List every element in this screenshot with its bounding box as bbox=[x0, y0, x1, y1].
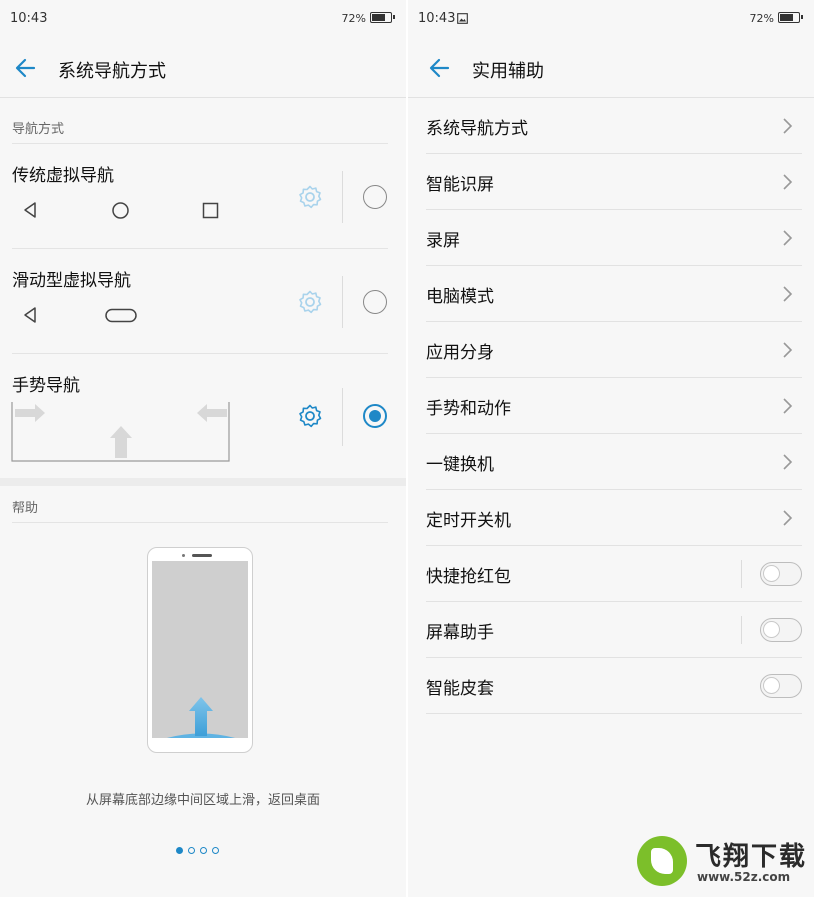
settings-gear-icon[interactable] bbox=[297, 289, 323, 315]
chevron-right-icon bbox=[783, 342, 793, 358]
menu-item-label: 智能皮套 bbox=[426, 679, 494, 699]
divider bbox=[12, 353, 388, 354]
recents-square-icon bbox=[202, 202, 219, 219]
screen-assistant-toggle[interactable] bbox=[760, 618, 802, 642]
chevron-right-icon bbox=[783, 230, 793, 246]
app-bar: 系统导航方式 bbox=[0, 38, 406, 98]
menu-item-label: 智能识屏 bbox=[426, 175, 494, 195]
menu-item-label: 系统导航方式 bbox=[426, 119, 528, 139]
menu-item-screen-record[interactable]: 录屏 bbox=[426, 210, 802, 266]
section-label-nav: 导航方式 bbox=[12, 122, 65, 137]
settings-gear-icon[interactable] bbox=[297, 184, 323, 210]
menu-item-red-envelope[interactable]: 快捷抢红包 bbox=[426, 546, 802, 602]
pill-home-icon bbox=[105, 308, 137, 323]
separator bbox=[342, 388, 343, 446]
separator bbox=[342, 276, 343, 328]
nav-option-label: 手势导航 bbox=[12, 376, 80, 396]
menu-item-scheduled-power[interactable]: 定时开关机 bbox=[426, 490, 802, 546]
divider bbox=[12, 522, 388, 523]
menu-item-smart-screen[interactable]: 智能识屏 bbox=[426, 154, 802, 210]
menu-item-label: 电脑模式 bbox=[426, 287, 494, 307]
settings-gear-icon[interactable] bbox=[297, 403, 323, 429]
section-spacer bbox=[0, 478, 406, 486]
radio-traditional[interactable] bbox=[363, 185, 387, 209]
nav-option-label: 滑动型虚拟导航 bbox=[12, 271, 131, 291]
menu-item-label: 定时开关机 bbox=[426, 511, 511, 531]
menu-item-system-navigation[interactable]: 系统导航方式 bbox=[426, 98, 802, 154]
swipe-up-arrow-icon bbox=[167, 697, 235, 738]
nav-mode-screen: 10:43 72% 系统导航方式 导航方式 传统虚拟导航 滑动型虚拟导航 手势导… bbox=[0, 0, 406, 897]
battery-icon bbox=[370, 12, 395, 23]
separator bbox=[741, 616, 742, 644]
divider bbox=[12, 143, 388, 144]
menu-item-label: 一键换机 bbox=[426, 455, 494, 475]
home-circle-icon bbox=[112, 202, 129, 219]
status-bar: 10:43 72% bbox=[0, 0, 406, 38]
back-arrow-icon[interactable] bbox=[426, 54, 454, 82]
chevron-right-icon bbox=[783, 174, 793, 190]
nav-option-label: 传统虚拟导航 bbox=[12, 166, 114, 186]
separator bbox=[342, 171, 343, 223]
red-envelope-toggle[interactable] bbox=[760, 562, 802, 586]
menu-item-app-twin[interactable]: 应用分身 bbox=[426, 322, 802, 378]
watermark-logo bbox=[637, 836, 687, 886]
back-triangle-icon bbox=[24, 307, 36, 323]
assist-screen: 10:43 72% 实用辅助 系统导航方式 智能识屏 录屏 电脑模式 应用分身 … bbox=[408, 0, 814, 897]
section-label-help: 帮助 bbox=[12, 501, 39, 516]
battery-percent: 72% bbox=[749, 12, 774, 25]
back-arrow-icon[interactable] bbox=[12, 54, 40, 82]
status-time: 10:43 bbox=[10, 11, 48, 26]
watermark: 飞翔下载 www.52z.com bbox=[637, 836, 809, 892]
page-indicator[interactable] bbox=[176, 839, 236, 854]
status-time: 10:43 bbox=[418, 11, 456, 26]
menu-item-label: 手势和动作 bbox=[426, 399, 511, 419]
menu-item-label: 录屏 bbox=[426, 231, 460, 251]
watermark-brand: 飞翔下载 bbox=[695, 842, 808, 872]
smart-cover-toggle[interactable] bbox=[760, 674, 802, 698]
watermark-url: www.52z.com bbox=[697, 870, 791, 884]
page-title: 实用辅助 bbox=[472, 61, 544, 82]
back-triangle-icon bbox=[24, 202, 36, 218]
page-dot bbox=[188, 847, 195, 854]
chevron-right-icon bbox=[783, 398, 793, 414]
battery-percent: 72% bbox=[341, 12, 366, 25]
phone-illustration bbox=[147, 547, 253, 753]
menu-item-gestures-motions[interactable]: 手势和动作 bbox=[426, 378, 802, 434]
chevron-right-icon bbox=[783, 454, 793, 470]
gesture-illustration bbox=[11, 402, 230, 462]
menu-item-pc-mode[interactable]: 电脑模式 bbox=[426, 266, 802, 322]
divider bbox=[12, 248, 388, 249]
battery-icon bbox=[778, 12, 803, 23]
status-bar: 10:43 72% bbox=[408, 0, 814, 38]
radio-swipe[interactable] bbox=[363, 290, 387, 314]
menu-item-label: 快捷抢红包 bbox=[426, 567, 511, 587]
menu-item-phone-clone[interactable]: 一键换机 bbox=[426, 434, 802, 490]
page-title: 系统导航方式 bbox=[58, 61, 166, 82]
screenshot-notification-icon bbox=[457, 13, 468, 24]
menu-item-label: 屏幕助手 bbox=[426, 623, 494, 643]
chevron-right-icon bbox=[783, 118, 793, 134]
page-dot bbox=[176, 847, 183, 854]
chevron-right-icon bbox=[783, 286, 793, 302]
page-dot bbox=[200, 847, 207, 854]
chevron-right-icon bbox=[783, 510, 793, 526]
menu-item-screen-assistant[interactable]: 屏幕助手 bbox=[426, 602, 802, 658]
page-dot bbox=[212, 847, 219, 854]
radio-gesture[interactable] bbox=[363, 404, 387, 428]
help-description: 从屏幕底部边缘中间区域上滑，返回桌面 bbox=[85, 793, 320, 808]
menu-item-label: 应用分身 bbox=[426, 343, 494, 363]
separator bbox=[741, 560, 742, 588]
menu-item-smart-cover[interactable]: 智能皮套 bbox=[426, 658, 802, 714]
app-bar: 实用辅助 bbox=[408, 38, 814, 98]
